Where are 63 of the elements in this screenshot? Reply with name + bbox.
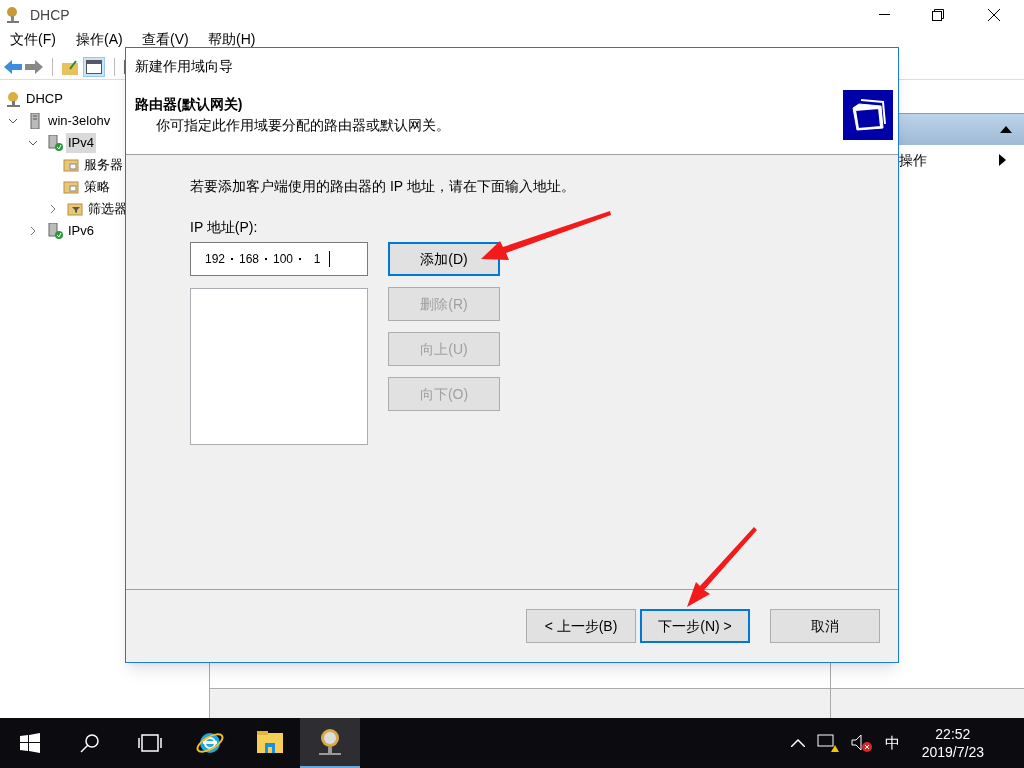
ip-octet[interactable]: 100 [271, 250, 295, 268]
wizard-button[interactable]: 取消 [770, 609, 880, 643]
dot-separator [231, 258, 233, 260]
menu-item[interactable]: 文件(F) [3, 32, 69, 46]
folder-icon [63, 179, 79, 195]
dhcp-icon [5, 91, 21, 107]
wizard-button[interactable]: < 上一步(B) [526, 609, 636, 643]
console-tree-toggle[interactable] [83, 57, 105, 77]
folder-up-icon[interactable] [62, 59, 80, 75]
clock-date[interactable]: 2019/7/23 [921, 743, 984, 761]
restore-icon [931, 9, 944, 21]
tree-item[interactable]: DHCP [24, 89, 65, 109]
server-icon [27, 113, 43, 129]
folders-icon [843, 90, 893, 140]
expand-icon[interactable] [28, 226, 38, 236]
windows-start-icon[interactable] [20, 733, 40, 753]
forward-icon[interactable] [25, 60, 43, 74]
action-item[interactable]: 操作 [899, 149, 927, 171]
tree-item[interactable]: win-3elohv [46, 111, 113, 131]
tree-item[interactable]: IPv6 [66, 221, 96, 241]
network-warning-icon[interactable] [816, 733, 839, 753]
folder-icon [63, 157, 79, 173]
server-check-icon [47, 135, 63, 151]
close-icon [988, 9, 1000, 21]
wizard-button[interactable]: 下一步(N) > [640, 609, 750, 643]
taskbar-button[interactable] [300, 718, 360, 768]
clock-time[interactable]: 22:52 [935, 725, 971, 743]
window-title: DHCP [30, 5, 70, 25]
dialog-button[interactable]: 添加(D) [388, 242, 500, 276]
tree-item[interactable]: IPv4 [66, 133, 96, 153]
panel-icon [86, 60, 102, 74]
tree-item[interactable]: 策略 [82, 177, 112, 197]
ip-octet[interactable]: 1 [305, 250, 329, 268]
submenu-icon[interactable] [999, 154, 1006, 166]
collapse-icon[interactable] [28, 138, 38, 148]
collapse-icon[interactable] [1000, 126, 1012, 133]
dialog-title: 新建作用域向导 [135, 57, 233, 76]
page-description: 你可指定此作用域要分配的路由器或默认网关。 [155, 116, 450, 135]
input-method-indicator[interactable]: 中 [884, 731, 900, 755]
ip-address-field[interactable]: 192 168 100 1 [190, 242, 368, 276]
filter-icon [67, 201, 83, 217]
instruction-text: 若要添加客户端使用的路由器的 IP 地址，请在下面输入地址。 [190, 177, 576, 196]
menu-item[interactable]: 操作(A) [69, 32, 135, 46]
dot-separator [265, 258, 267, 260]
volume-muted-icon[interactable] [850, 733, 873, 753]
tree-item[interactable]: 服务器 [82, 155, 125, 175]
expand-icon[interactable] [48, 204, 58, 214]
dot-separator [299, 258, 301, 260]
server-check-icon [47, 223, 63, 239]
search-icon[interactable] [80, 733, 100, 753]
task-view-icon[interactable] [137, 734, 163, 752]
menu-item[interactable]: 帮助(H) [201, 32, 267, 46]
minimize-icon [879, 14, 890, 16]
app-icon [4, 6, 22, 24]
ip-octet[interactable]: 192 [203, 250, 227, 268]
menu-item[interactable]: 查看(V) [135, 32, 201, 46]
ip-address-label: IP 地址(P): [190, 218, 259, 237]
ip-octet[interactable]: 168 [237, 250, 261, 268]
collapse-icon[interactable] [8, 116, 18, 126]
back-icon[interactable] [4, 60, 22, 74]
chevron-up-icon[interactable] [790, 739, 805, 747]
page-heading: 路由器(默认网关) [135, 95, 244, 114]
tree-item[interactable]: 筛选器 [86, 199, 129, 219]
